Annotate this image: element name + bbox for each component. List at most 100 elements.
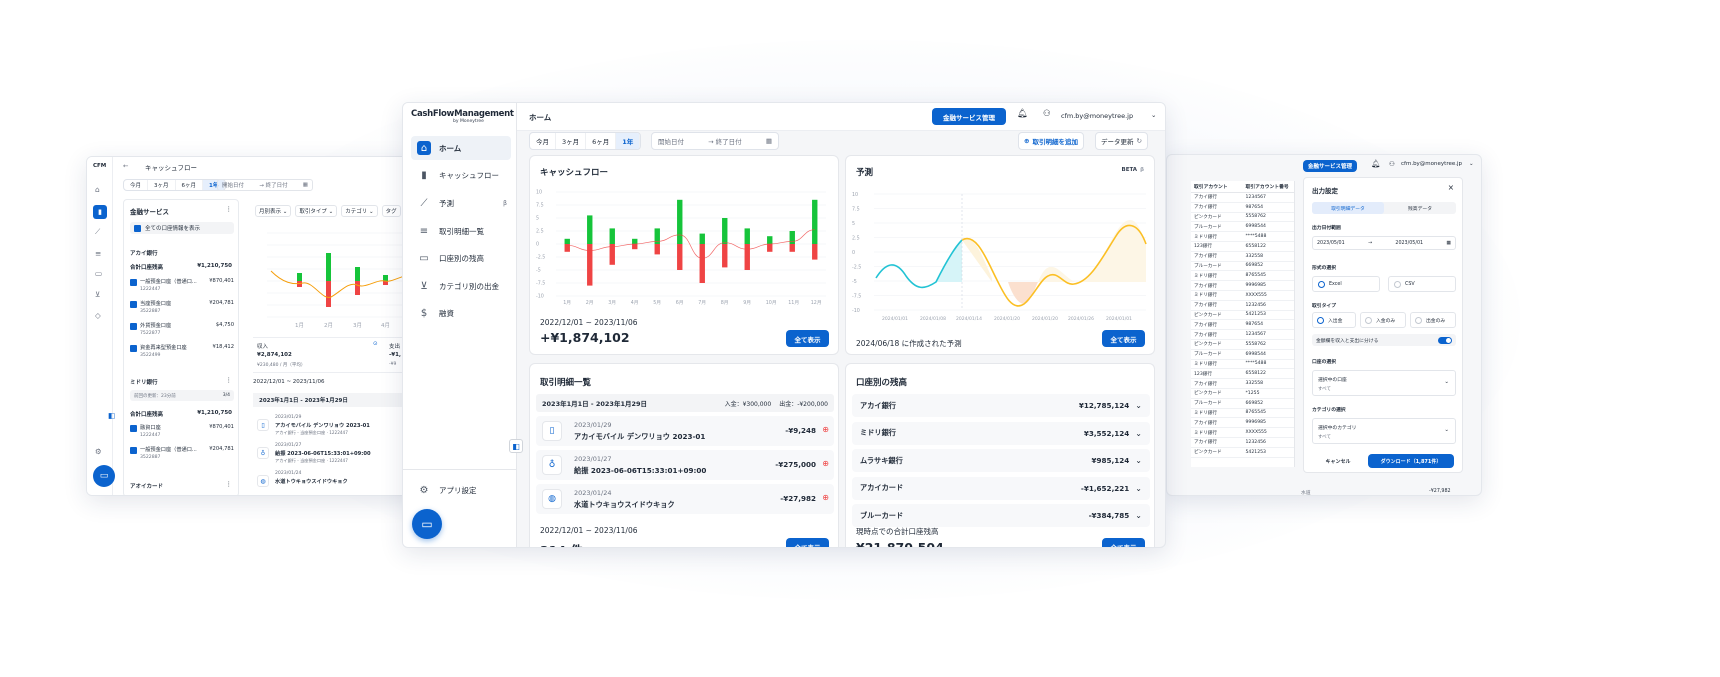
type-expense[interactable]: 出金のみ [1410,312,1456,328]
left-page-title: キャッシュフロー [145,164,197,172]
transactions-show-all-button[interactable]: 全て表示 [786,538,829,547]
type-income[interactable]: 入金のみ [1360,312,1406,328]
back-arrow-icon[interactable]: ← [123,162,128,170]
balance-name: ムラサキ銀行 [860,455,903,465]
filter-category[interactable]: カテゴリ ⌄ [341,205,378,217]
home-icon[interactable]: ⌂ [95,185,100,194]
account-row[interactable]: 資金再来型預金口座 3522499 ¥18,412 [130,344,234,364]
left-date-range[interactable]: 開始日付 → 終了日付 ▦ [217,179,313,191]
tab-balance-data[interactable]: 残高データ [1384,205,1456,212]
balances-total: ¥21,870,504 [856,540,944,548]
filter-monthly[interactable]: 月別表示 ⌄ [255,205,292,217]
tab-6-months[interactable]: 6ヶ月 [586,133,617,149]
add-circle-icon[interactable]: ⊕ [822,493,829,502]
left-tx-row[interactable]: ◍ 2023/01/24 水道トウキョウスイドウキョク [253,469,415,495]
collapse-sidebar-icon[interactable]: ◧ [509,439,523,453]
acct-select[interactable]: 選択中の口座 すべて ⌄ [1312,370,1456,396]
account-row[interactable]: 外貨預金口座 7522877 $4,750 [130,322,234,342]
tab-month[interactable]: 今月 [124,180,149,190]
gear-icon[interactable]: ⚙ [95,447,102,456]
balances-show-all-button[interactable]: 全て表示 [1102,538,1145,547]
balance-row[interactable]: ブルーカード -¥384,785 ⌄ [852,504,1150,527]
right-bell-icon[interactable]: 🔔︎ [1371,159,1381,168]
refresh-button[interactable]: データ更新 ↻ [1095,132,1148,150]
info-icon[interactable]: ⊙ [373,341,378,347]
user-email[interactable]: cfm.by@moneytree.jp [1061,112,1133,120]
add-transaction-button[interactable]: ⊕ 取引明細を追加 [1018,132,1084,150]
checkbox-icon[interactable] [130,425,137,432]
balance-row[interactable]: アカイ銀行 ¥12,785,124 ⌄ [852,394,1150,417]
nav-home[interactable]: ⌂ ホーム [411,136,511,160]
bank2-more-icon[interactable]: ⋮ [226,376,233,384]
account-row[interactable]: 当座預金口座 3522887 ¥204,781 [130,300,234,320]
account-row[interactable]: 一般預金口座（普通口... 1222447 ¥870,401 [130,278,234,298]
transaction-row[interactable]: ▯ 2023/01/29 アカイモバイル デンワリョウ 2023-01 -¥9,248… [536,416,834,446]
bell-icon[interactable]: 🔔︎ [1017,109,1028,119]
balance-icon[interactable]: ▭ [95,269,102,278]
cart-icon[interactable]: ⊻ [95,290,101,299]
checkbox-icon[interactable] [130,345,137,352]
split-toggle[interactable] [1438,336,1452,344]
nav-settings[interactable]: ⚙ アプリ設定 [411,478,511,502]
forecast-icon[interactable]: ⟋ [95,227,100,237]
account-row[interactable]: 融資口座 1222447 ¥870,401 [130,424,234,444]
list-icon[interactable]: ≡ [95,249,101,258]
user-icon[interactable]: ⚇ [1043,109,1051,119]
nav-transactions[interactable]: ≡ 取引明細一覧 [411,219,511,243]
tab-tx-data[interactable]: 取引明細データ [1312,202,1384,214]
right-user-icon[interactable]: ⚇ [1389,160,1395,168]
download-button[interactable]: ダウンロード（1,871件） [1368,454,1454,468]
balance-row[interactable]: ムラサキ銀行 ¥985,124 ⌄ [852,449,1150,472]
format-excel[interactable]: Excel [1312,276,1380,292]
forecast-show-all-button[interactable]: 全て表示 [1102,330,1145,347]
left-tx-row[interactable]: ▯ 2023/01/29 アカイモバイル デンワリョウ 2023-01 アカイ銀行 -… [253,413,415,439]
card-more-icon[interactable]: ⋮ [226,480,233,488]
cat-select[interactable]: 選択中のカテゴリ すべて ⌄ [1312,418,1456,444]
add-circle-icon[interactable]: ⊕ [822,459,829,468]
tab-this-month[interactable]: 今月 [530,133,556,149]
cancel-button[interactable]: キャンセル [1316,454,1360,468]
services-more-icon[interactable]: ⋮ [226,205,233,213]
close-icon[interactable]: × [1448,183,1454,192]
tab-3-months[interactable]: 3ヶ月 [556,133,587,149]
left-tx-row[interactable]: ♁ 2023/01/27 給振 2023-06-06T15:33:01+09:00 ア… [253,441,415,467]
tab-3m[interactable]: 3ヶ月 [148,180,176,190]
user-chevron-icon[interactable]: ⌄ [1151,111,1156,119]
cell-account: ミドリ銀行 [1194,293,1217,299]
account-row[interactable]: 一般預金口座（普通口... 3522887 ¥204,781 [130,446,234,466]
checkbox-icon[interactable] [130,279,137,286]
tab-6m[interactable]: 6ヶ月 [176,180,204,190]
date-range-input[interactable]: 開始日付 → 終了日付 ▦ [651,132,779,150]
balance-row[interactable]: ミドリ銀行 ¥3,552,124 ⌄ [852,421,1150,445]
nav-balances[interactable]: ▭ 口座別の残高 [411,246,511,270]
collapse-icon[interactable]: ◧ [108,411,115,420]
right-user[interactable]: cfm.by@moneytree.jp [1401,161,1462,167]
chat-button[interactable]: ▭ [93,465,115,487]
date-range-input[interactable]: 2023/05/01 → 2023/05/01 ▦ [1312,236,1456,250]
type-both[interactable]: 入出金 [1312,312,1356,328]
add-circle-icon[interactable]: ⊕ [822,425,829,434]
fin-service-button[interactable]: 金融サービス管理 [932,108,1006,125]
cashflow-icon[interactable]: ▮ [93,205,107,219]
transaction-row[interactable]: ♁ 2023/01/27 給振 2023-06-06T15:33:01+09:00 -… [536,450,834,480]
filter-tag[interactable]: タグ [381,205,401,217]
transactions-count: 314 件 [540,540,583,547]
right-fin-button[interactable]: 金融サービス管理 [1303,160,1357,172]
chat-button[interactable]: ▭ [412,509,442,539]
right-user-chevron[interactable]: ⌄ [1469,161,1474,167]
balance-row[interactable]: アカイカード -¥1,652,221 ⌄ [852,476,1150,500]
checkbox-icon[interactable] [130,301,137,308]
nav-category[interactable]: ⊻ カテゴリ別の出金 [411,274,511,298]
tag-icon[interactable]: ◇ [95,311,101,320]
nav-cashflow[interactable]: ▮ キャッシュフロー [411,163,511,187]
filter-type[interactable]: 取引タイプ ⌄ [295,205,338,217]
checkbox-icon[interactable] [130,447,137,454]
tab-1-year[interactable]: 1年 [616,133,641,149]
nav-loans[interactable]: $ 融資 [411,301,511,325]
nav-forecast[interactable]: ⟋ 予測 β [411,191,511,215]
show-all-checkbox[interactable]: 全ての口座情報を表示 [130,222,234,234]
transaction-row[interactable]: ◍ 2023/01/24 水道トウキョウスイドウキョク -¥27,982 ⊕ [536,484,834,514]
cashflow-show-all-button[interactable]: 全て表示 [786,330,829,347]
checkbox-icon[interactable] [130,323,137,330]
format-csv[interactable]: CSV [1388,276,1456,292]
